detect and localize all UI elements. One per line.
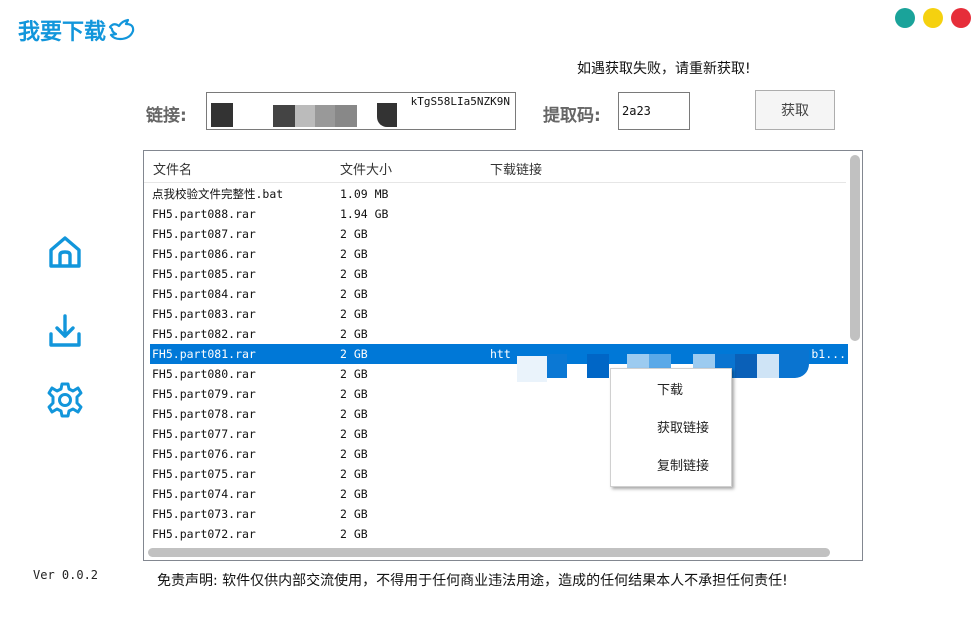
file-size-cell: 2 GB xyxy=(340,527,368,541)
menu-item-download[interactable]: 下载 xyxy=(657,379,683,398)
file-name-cell: FH5.part082.rar xyxy=(152,327,256,341)
file-size-cell: 2 GB xyxy=(340,287,368,301)
table-row[interactable]: FH5.part078.rar 2 GB xyxy=(150,404,848,424)
file-size-cell: 2 GB xyxy=(340,387,368,401)
code-input[interactable]: 2a23 xyxy=(618,92,690,130)
file-name-cell: FH5.part086.rar xyxy=(152,247,256,261)
redacted-block xyxy=(335,105,357,127)
menu-item-copy-link[interactable]: 复制链接 xyxy=(657,455,709,474)
version-label: Ver 0.0.2 xyxy=(33,568,99,582)
table-row[interactable]: 点我校验文件完整性.bat 1.09 MB xyxy=(150,184,848,204)
settings-icon[interactable] xyxy=(46,381,84,419)
header-filesize[interactable]: 文件大小 xyxy=(340,159,392,178)
file-name-cell: FH5.part087.rar xyxy=(152,227,256,241)
file-size-cell: 2 GB xyxy=(340,227,368,241)
file-name-cell: FH5.part083.rar xyxy=(152,307,256,321)
header-download-link[interactable]: 下载链接 xyxy=(490,159,542,178)
file-name-cell: FH5.part072.rar xyxy=(152,527,256,541)
file-name-cell: FH5.part076.rar xyxy=(152,447,256,461)
file-size-cell: 2 GB xyxy=(340,407,368,421)
table-row[interactable]: FH5.part088.rar 1.94 GB xyxy=(150,204,848,224)
retry-notice: 如遇获取失败，请重新获取! xyxy=(577,61,751,77)
file-size-cell: 2 GB xyxy=(340,467,368,481)
file-name-cell: FH5.part079.rar xyxy=(152,387,256,401)
menu-item-get-link[interactable]: 获取链接 xyxy=(657,417,709,436)
home-icon[interactable] xyxy=(46,233,84,271)
table-row[interactable]: FH5.part083.rar 2 GB xyxy=(150,304,848,324)
minimize-dot[interactable] xyxy=(895,8,915,28)
file-name-cell: FH5.part074.rar xyxy=(152,487,256,501)
file-name-cell: 点我校验文件完整性.bat xyxy=(152,187,284,201)
app-title: 我要下载 xyxy=(18,14,136,46)
context-menu: 下载 获取链接 复制链接 xyxy=(610,368,732,487)
file-name-cell: FH5.part081.rar xyxy=(152,347,256,361)
link-label: 链接: xyxy=(146,106,187,126)
disclaimer: 免责声明: 软件仅供内部交流使用，不得用于任何商业违法用途，造成的任何结果本人不… xyxy=(157,573,788,589)
redacted-block xyxy=(315,105,335,127)
file-name-cell: FH5.part078.rar xyxy=(152,407,256,421)
maximize-dot[interactable] xyxy=(923,8,943,28)
link-input[interactable]: kTgS58LIa5NZK9N xyxy=(206,92,516,130)
header-filename[interactable]: 文件名 xyxy=(153,159,192,178)
redacted-block xyxy=(273,105,295,127)
file-size-cell: 2 GB xyxy=(340,327,368,341)
file-name-cell: FH5.part075.rar xyxy=(152,467,256,481)
table-row[interactable]: FH5.part072.rar 2 GB xyxy=(150,524,848,544)
table-row[interactable]: FH5.part074.rar 2 GB xyxy=(150,484,848,504)
code-label: 提取码: xyxy=(543,106,601,126)
file-size-cell: 2 GB xyxy=(340,307,368,321)
app-title-text: 我要下载 xyxy=(18,20,107,45)
file-size-cell: 2 GB xyxy=(340,427,368,441)
table-row[interactable]: FH5.part077.rar 2 GB xyxy=(150,424,848,444)
redacted-block xyxy=(211,103,233,127)
file-name-cell: FH5.part073.rar xyxy=(152,507,256,521)
vertical-scrollbar[interactable] xyxy=(850,155,860,341)
file-name-cell: FH5.part080.rar xyxy=(152,367,256,381)
bird-icon xyxy=(108,18,135,41)
link-input-value: kTgS58LIa5NZK9N xyxy=(410,95,510,108)
file-size-cell: 2 GB xyxy=(340,367,368,381)
file-name-cell: FH5.part084.rar xyxy=(152,287,256,301)
redacted-block xyxy=(295,105,315,127)
table-row[interactable]: FH5.part085.rar 2 GB xyxy=(150,264,848,284)
list-header: 文件名 文件大小 下载链接 xyxy=(144,151,846,183)
file-size-cell: 2 GB xyxy=(340,347,368,361)
file-size-cell: 1.94 GB xyxy=(340,207,389,221)
file-size-cell: 2 GB xyxy=(340,267,368,281)
file-size-cell: 1.09 MB xyxy=(340,187,389,201)
file-size-cell: 2 GB xyxy=(340,447,368,461)
table-row[interactable]: FH5.part087.rar 2 GB xyxy=(150,224,848,244)
file-name-cell: FH5.part077.rar xyxy=(152,427,256,441)
table-row[interactable]: FH5.part079.rar 2 GB xyxy=(150,384,848,404)
table-row[interactable]: FH5.part076.rar 2 GB xyxy=(150,444,848,464)
table-row[interactable]: FH5.part075.rar 2 GB xyxy=(150,464,848,484)
horizontal-scrollbar[interactable] xyxy=(148,548,830,557)
file-size-cell: 2 GB xyxy=(340,487,368,501)
table-row[interactable]: FH5.part086.rar 2 GB xyxy=(150,244,848,264)
file-size-cell: 2 GB xyxy=(340,247,368,261)
table-row[interactable]: FH5.part084.rar 2 GB xyxy=(150,284,848,304)
download-link-tail-cell: b1... xyxy=(811,347,846,361)
table-row[interactable]: FH5.part082.rar 2 GB xyxy=(150,324,848,344)
file-name-cell: FH5.part085.rar xyxy=(152,267,256,281)
file-size-cell: 2 GB xyxy=(340,507,368,521)
close-dot[interactable] xyxy=(951,8,971,28)
file-name-cell: FH5.part088.rar xyxy=(152,207,256,221)
table-row[interactable]: FH5.part073.rar 2 GB xyxy=(150,504,848,524)
window-controls xyxy=(895,8,971,28)
download-icon[interactable] xyxy=(46,312,84,350)
download-link-cell: htt xyxy=(490,347,511,361)
fetch-button[interactable]: 获取 xyxy=(755,90,835,130)
redacted-block xyxy=(377,103,397,127)
